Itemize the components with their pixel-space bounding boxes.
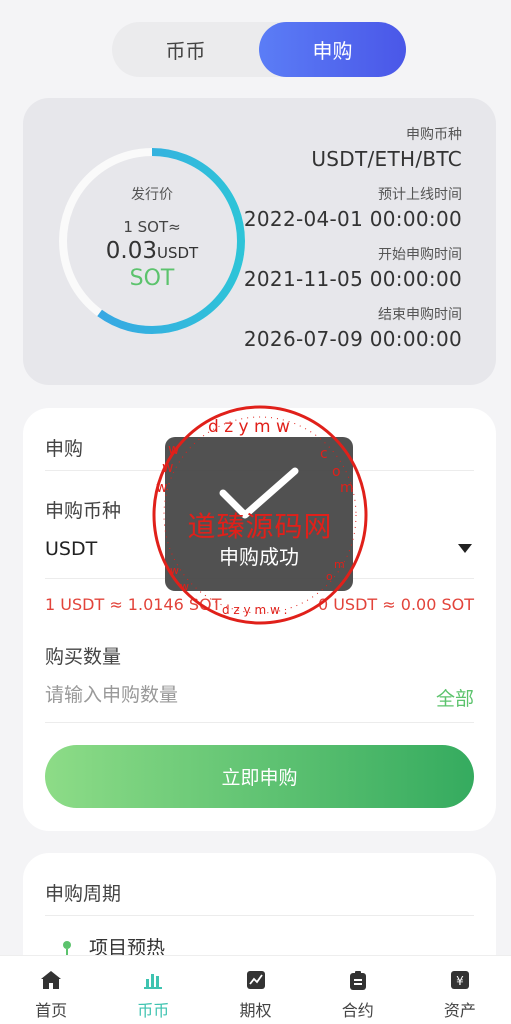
success-toast: 申购成功 [165, 437, 353, 591]
listing-time-info: 预计上线时间 2022-04-01 00:00:00 [243, 187, 462, 231]
chevron-down-icon[interactable] [458, 544, 472, 553]
quantity-label: 购买数量 [45, 646, 122, 668]
nav-item-options[interactable]: 期权 [204, 956, 306, 1024]
divider [45, 915, 474, 916]
rate-left: 1 USDT ≈ 1.0146 SOT [45, 595, 222, 614]
home-icon [39, 969, 63, 991]
tab-coin[interactable]: 币币 [112, 22, 259, 77]
form-title: 申购 [45, 438, 84, 460]
subscribe-button[interactable]: 立即申购 [45, 745, 474, 808]
start-time-info: 开始申购时间 2021-11-05 00:00:00 [243, 247, 462, 291]
issue-price: 0.03USDT [105, 238, 199, 264]
trend-chart-icon [244, 969, 268, 991]
tab-subscribe[interactable]: 申购 [259, 22, 406, 77]
bar-chart-icon [141, 969, 165, 991]
subscribe-coin-info: 申购币种 USDT/ETH/BTC [311, 127, 462, 171]
checkmark-icon [219, 467, 299, 519]
end-time-info: 结束申购时间 2026-07-09 00:00:00 [243, 307, 462, 351]
coin-select[interactable]: USDT [45, 538, 97, 560]
wallet-yen-icon: ¥ [448, 969, 472, 991]
all-button[interactable]: 全部 [436, 684, 474, 711]
nav-item-contract[interactable]: 合约 [307, 956, 409, 1024]
clipboard-icon [346, 969, 370, 991]
issue-coin: SOT [129, 266, 175, 291]
period-title: 申购周期 [45, 883, 122, 905]
svg-text:¥: ¥ [456, 974, 464, 988]
quantity-input[interactable] [45, 684, 385, 706]
issue-rate: 1 SOT≈ [123, 218, 181, 236]
toast-message: 申购成功 [219, 545, 299, 569]
divider [45, 722, 474, 723]
bottom-nav: 首页 币币 期权 合约 ¥ 资产 [0, 955, 511, 1024]
trade-type-switch: 币币 申购 [112, 22, 406, 77]
timeline-dot [63, 941, 71, 949]
nav-item-assets[interactable]: ¥ 资产 [409, 956, 511, 1024]
price-summary: 发行价 1 SOT≈ 0.03USDT SOT [55, 144, 249, 338]
coin-label: 申购币种 [45, 500, 122, 522]
nav-item-home[interactable]: 首页 [0, 956, 102, 1024]
exchange-rate-line: 1 USDT ≈ 1.0146 SOT 0 USDT ≈ 0.00 SOT [45, 595, 474, 614]
rate-right: 0 USDT ≈ 0.00 SOT [317, 595, 474, 614]
nav-item-coin[interactable]: 币币 [102, 956, 204, 1024]
subscription-info-card: 发行价 1 SOT≈ 0.03USDT SOT 申购币种 USDT/ETH/BT… [23, 98, 496, 385]
issue-price-label: 发行价 [131, 187, 173, 203]
